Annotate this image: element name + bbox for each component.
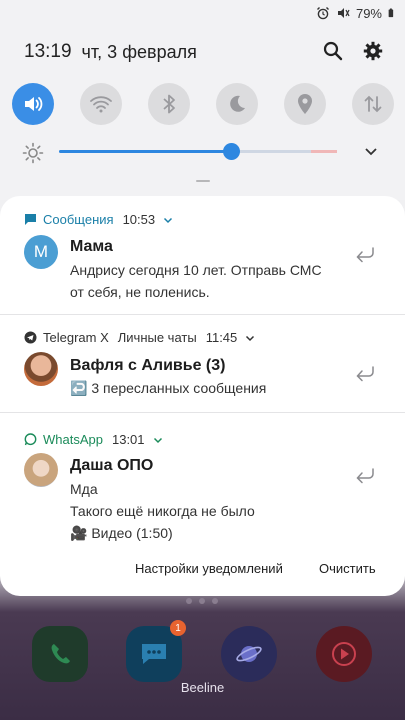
clear-all-button[interactable]: Очистить: [319, 561, 376, 576]
quick-toggles: [12, 83, 394, 125]
reply-icon[interactable]: [355, 365, 375, 383]
notification-messages[interactable]: Сообщения 10:53 М Мама Андрису сегодня 1…: [0, 196, 405, 315]
notification-settings-button[interactable]: Настройки уведомлений: [135, 561, 283, 576]
notification-panel: Сообщения 10:53 М Мама Андрису сегодня 1…: [0, 196, 405, 596]
phone-icon: [51, 644, 70, 664]
chat-category: Личные чаты: [117, 330, 197, 345]
volume-icon: [25, 97, 43, 111]
bluetooth-icon: [163, 94, 175, 114]
chevron-down-icon[interactable]: [153, 435, 163, 445]
carrier-label: Beeline: [180, 680, 225, 695]
video-app[interactable]: [316, 626, 372, 682]
notification-telegram[interactable]: Telegram X Личные чаты 11:45 Вафля с Али…: [0, 315, 405, 413]
message-line: ↩️ 3 пересланных сообщения: [70, 380, 267, 396]
mute-icon: [337, 8, 350, 18]
avatar: [24, 453, 58, 487]
telegram-app-icon: [24, 331, 37, 344]
shade-header: 13:19 чт, 3 февраля: [24, 40, 384, 64]
unread-badge: 1: [170, 620, 186, 636]
brightness-thumb[interactable]: [223, 143, 241, 160]
battery-icon: [388, 8, 394, 18]
moon-icon: [230, 95, 245, 112]
sender-name: Мама: [70, 238, 113, 255]
message-line: Мда: [70, 481, 98, 497]
alarm-icon: [316, 7, 329, 20]
wifi-icon: [90, 96, 112, 113]
app-name: WhatsApp: [43, 432, 103, 447]
reply-icon[interactable]: [355, 246, 375, 264]
sender-name: Вафля с Аливье (3): [70, 357, 226, 374]
toggle-bluetooth[interactable]: [148, 83, 190, 125]
page-indicator: [186, 598, 218, 604]
app-name: Сообщения: [43, 212, 114, 227]
location-icon: [298, 94, 312, 114]
messages-app-icon: [24, 213, 37, 226]
toggle-wifi[interactable]: [80, 83, 122, 125]
chevron-down-icon[interactable]: [245, 333, 255, 343]
message-line: от себя, не поленись.: [70, 284, 210, 300]
notification-actions: Настройки уведомлений Очистить: [0, 551, 405, 591]
message-line: 🎥 Видео (1:50): [70, 525, 173, 541]
chevron-down-icon[interactable]: [364, 144, 378, 158]
search-icon[interactable]: [322, 40, 344, 62]
brightness-fill: [59, 150, 232, 153]
whatsapp-app-icon: [24, 433, 37, 446]
avatar: М: [24, 235, 58, 269]
toggle-location[interactable]: [284, 83, 326, 125]
app-header: Сообщения 10:53: [24, 212, 173, 227]
brightness-icon: [22, 142, 44, 164]
toggle-night-mode[interactable]: [216, 83, 258, 125]
data-arrows-icon: [364, 95, 382, 113]
notification-time: 10:53: [122, 212, 156, 227]
notification-time: 13:01: [111, 432, 145, 447]
shade-handle[interactable]: [196, 180, 210, 182]
toggle-data[interactable]: [352, 83, 394, 125]
avatar: [24, 352, 58, 386]
play-icon: [332, 642, 356, 666]
chevron-down-icon[interactable]: [163, 215, 173, 225]
messages-app[interactable]: 1: [126, 620, 186, 682]
app-name: Telegram X: [43, 330, 109, 345]
message-line: Андрису сегодня 10 лет. Отправь СМС: [70, 262, 322, 278]
date: чт, 3 февраля: [81, 41, 197, 62]
chat-bubble-icon: [142, 644, 166, 664]
planet-icon: [236, 646, 262, 662]
reply-icon[interactable]: [355, 467, 375, 485]
gear-icon[interactable]: [362, 40, 384, 62]
toggle-sound[interactable]: [12, 83, 54, 125]
sender-name: Даша ОПО: [70, 457, 154, 474]
notification-whatsapp[interactable]: WhatsApp 13:01 Даша ОПО Мда Такого ещё н…: [0, 413, 405, 551]
battery-percent: 79%: [355, 5, 382, 21]
brightness-slider[interactable]: [59, 143, 337, 160]
app-header: Telegram X Личные чаты 11:45: [24, 330, 255, 345]
app-header: WhatsApp 13:01: [24, 432, 163, 447]
phone-app[interactable]: [32, 626, 88, 682]
internet-app[interactable]: [221, 626, 277, 682]
brightness-warning-zone: [311, 150, 337, 153]
message-line: Такого ещё никогда не было: [70, 503, 255, 519]
status-bar: 79%: [316, 4, 397, 22]
brightness-row: [22, 140, 384, 164]
notification-time: 11:45: [205, 330, 238, 345]
clock: 13:19: [24, 41, 72, 62]
